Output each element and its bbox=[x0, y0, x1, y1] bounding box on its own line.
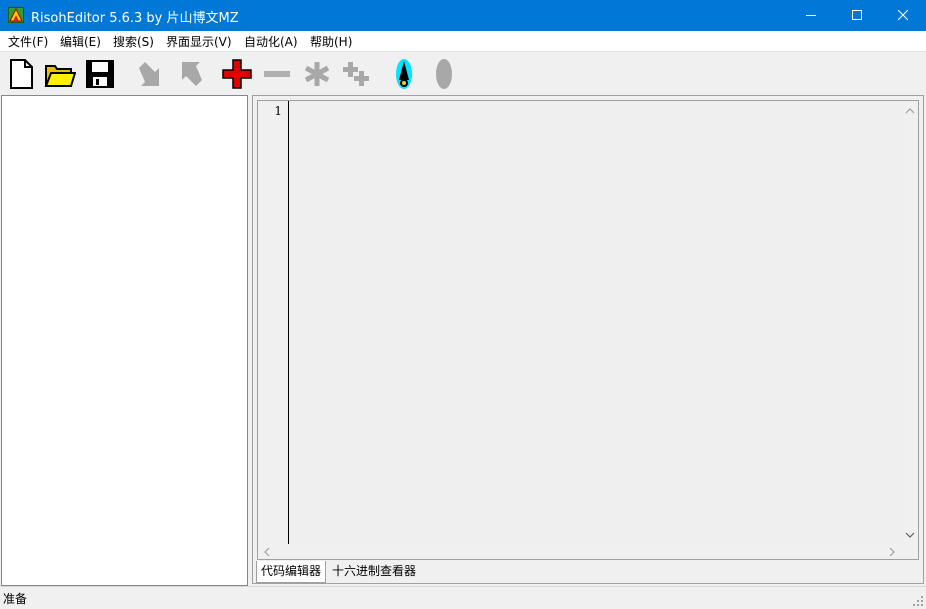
compile-icon bbox=[396, 59, 412, 89]
move-up-button[interactable] bbox=[174, 58, 206, 90]
new-button[interactable] bbox=[5, 58, 37, 90]
open-button[interactable] bbox=[44, 58, 76, 90]
save-button[interactable] bbox=[84, 58, 116, 90]
menu-bar: 文件(F) 编辑(E) 搜索(S) 界面显示(V) 自动化(A) 帮助(H) bbox=[0, 31, 926, 51]
menu-search[interactable]: 搜索(S) bbox=[113, 33, 154, 50]
vertical-scrollbar[interactable] bbox=[902, 101, 918, 544]
compile-button[interactable] bbox=[388, 58, 420, 90]
red-plus-icon bbox=[222, 59, 252, 89]
title-bar: RisohEditor 5.6.3 by 片山博文MZ bbox=[0, 0, 926, 31]
new-file-icon bbox=[10, 59, 33, 89]
gray-oval-icon bbox=[436, 59, 452, 89]
move-down-button[interactable] bbox=[135, 58, 167, 90]
app-icon bbox=[8, 7, 24, 23]
menu-file[interactable]: 文件(F) bbox=[8, 33, 48, 50]
resource-tree[interactable] bbox=[1, 95, 248, 586]
maximize-icon bbox=[852, 10, 862, 20]
status-text: 准备 bbox=[3, 592, 28, 606]
minimize-icon bbox=[806, 15, 816, 16]
window-title: RisohEditor 5.6.3 by 片山博文MZ bbox=[31, 11, 239, 26]
scroll-down-icon[interactable] bbox=[904, 529, 916, 541]
menu-edit[interactable]: 编辑(E) bbox=[60, 33, 101, 50]
horizontal-scrollbar[interactable] bbox=[258, 544, 902, 559]
line-number-gutter: 1 bbox=[258, 101, 288, 544]
save-disk-icon bbox=[86, 60, 114, 88]
resize-grip-icon[interactable] bbox=[912, 595, 924, 607]
code-editor[interactable]: 1 bbox=[257, 100, 919, 560]
asterisk-button[interactable] bbox=[301, 58, 333, 90]
toolbar bbox=[0, 51, 926, 95]
scroll-left-icon[interactable] bbox=[261, 546, 273, 558]
scroll-corner bbox=[902, 544, 918, 559]
remove-button[interactable] bbox=[261, 58, 293, 90]
add-item-button[interactable] bbox=[340, 58, 372, 90]
open-folder-icon bbox=[44, 65, 76, 87]
minus-icon bbox=[264, 71, 290, 77]
tab-hex-viewer[interactable]: 十六进制查看器 bbox=[328, 561, 420, 582]
menu-automation[interactable]: 自动化(A) bbox=[244, 33, 298, 50]
status-bar: 准备 bbox=[0, 586, 926, 609]
plus-plus-icon bbox=[343, 62, 369, 86]
close-icon bbox=[898, 10, 908, 20]
stop-button[interactable] bbox=[428, 58, 460, 90]
tab-code-editor[interactable]: 代码编辑器 bbox=[256, 561, 327, 583]
line-number: 1 bbox=[274, 104, 282, 118]
arrow-down-right-icon bbox=[139, 62, 159, 86]
editor-text-area[interactable] bbox=[289, 101, 902, 544]
add-button[interactable] bbox=[221, 58, 253, 90]
scroll-up-icon[interactable] bbox=[904, 105, 916, 117]
scroll-right-icon[interactable] bbox=[886, 546, 898, 558]
maximize-button[interactable] bbox=[834, 0, 880, 31]
menu-help[interactable]: 帮助(H) bbox=[310, 33, 352, 50]
asterisk-icon bbox=[304, 62, 330, 86]
arrow-up-left-icon bbox=[182, 62, 202, 86]
minimize-button[interactable] bbox=[788, 0, 834, 31]
close-button[interactable] bbox=[880, 0, 926, 31]
menu-view[interactable]: 界面显示(V) bbox=[166, 33, 232, 50]
